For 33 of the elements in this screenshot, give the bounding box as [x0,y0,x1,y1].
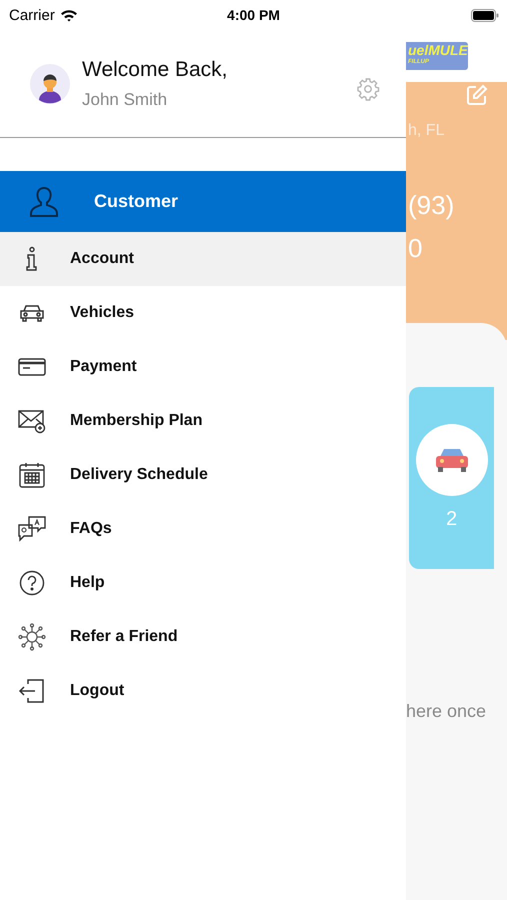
status-time: 4:00 PM [227,7,280,23]
greeting-text: Welcome Back, [82,58,228,82]
menu-item[interactable]: Membership Plan [0,394,406,448]
banner-text: 0 [408,233,424,264]
menu-item[interactable]: Account [0,232,406,286]
menu-item[interactable]: Delivery Schedule [0,448,406,502]
chat-bubbles-icon [18,515,46,543]
calendar-icon [18,461,46,489]
section-header: Customer [0,171,406,232]
menu-item[interactable]: Payment [0,340,406,394]
menu-item[interactable]: Help [0,556,406,610]
carrier-label: Carrier [9,6,55,24]
avatar-icon [30,64,70,104]
wifi-icon [60,8,78,22]
network-icon [18,623,46,651]
car-icon [416,424,488,496]
settings-icon[interactable] [356,76,380,100]
menu-item[interactable]: Logout [0,664,406,718]
logout-icon [18,678,46,704]
message-text: here once [406,701,488,722]
location-text: h, FL [408,122,446,140]
battery-icon [471,8,499,22]
banner-text: (93) [408,190,456,221]
person-icon [27,184,61,218]
help-icon [18,570,46,596]
menu-item[interactable]: Refer a Friend [0,610,406,664]
edit-icon[interactable] [466,84,488,106]
menu-item[interactable]: Vehicles [0,286,406,340]
envelope-icon [18,408,46,434]
user-name: John Smith [82,90,168,110]
menu-item[interactable]: FAQs [0,502,406,556]
vehicle-count: 2 [446,508,458,531]
credit-card-icon [18,357,46,377]
